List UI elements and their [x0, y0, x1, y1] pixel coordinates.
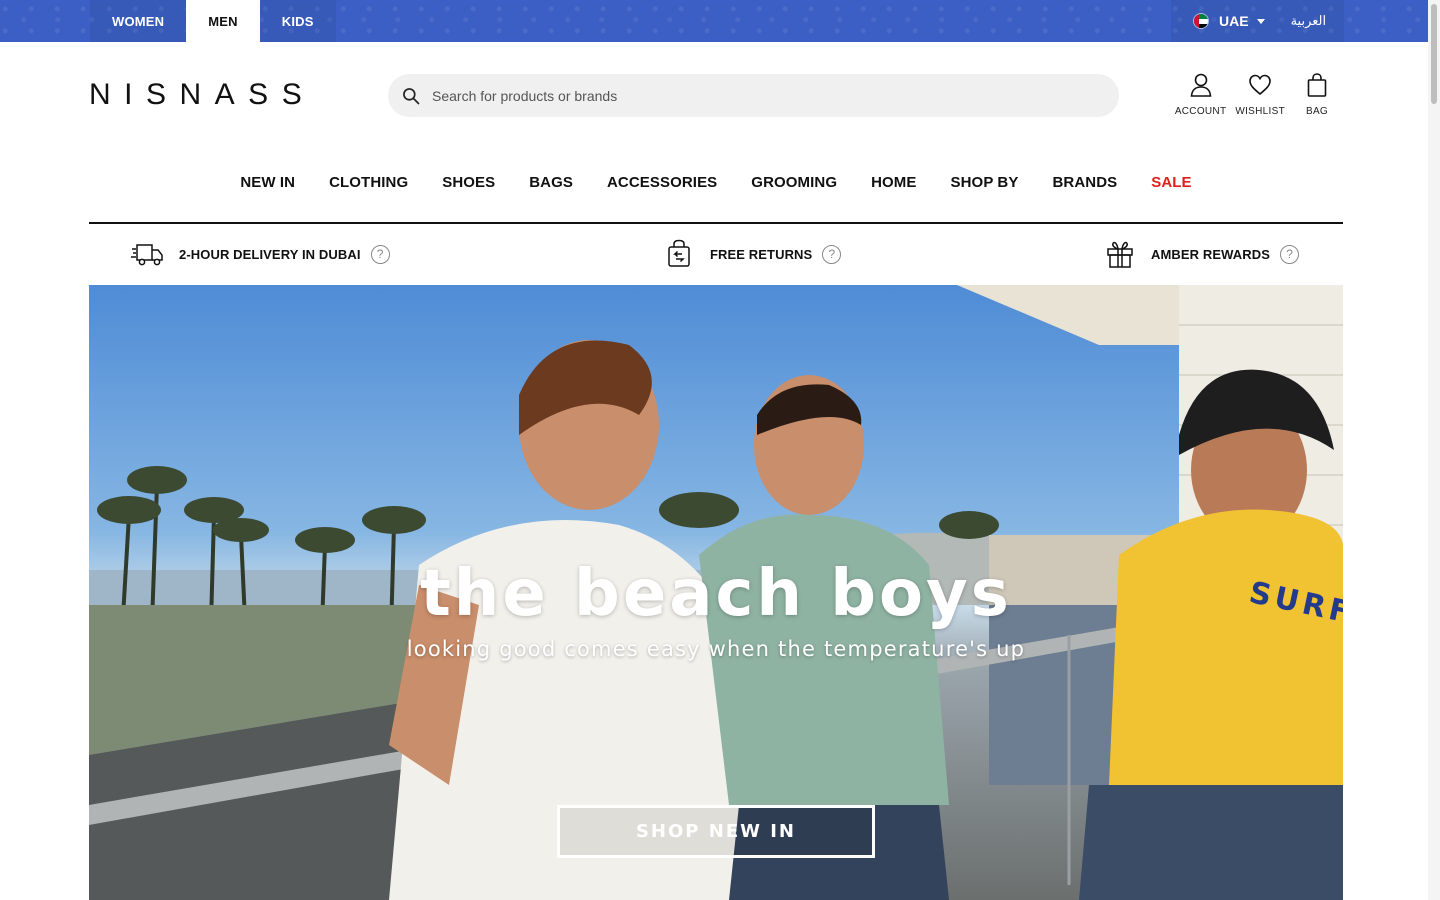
account-label: ACCOUNT [1174, 106, 1227, 117]
site-logo[interactable]: NISNASS [89, 78, 315, 112]
account-button[interactable]: ACCOUNT [1175, 72, 1227, 117]
shop-new-in-button[interactable]: SHOP NEW IN [557, 805, 875, 858]
gift-icon [1107, 241, 1133, 268]
benefit-rewards[interactable]: AMBER REWARDS ? [1103, 236, 1300, 272]
nav-shoes[interactable]: SHOES [442, 162, 495, 204]
heart-icon [1249, 74, 1271, 96]
bag-label: BAG [1305, 106, 1329, 117]
page-scrollbar[interactable] [1428, 0, 1440, 900]
search-input[interactable] [432, 87, 1032, 104]
user-icon [1190, 73, 1211, 97]
nav-new-in[interactable]: NEW IN [240, 162, 295, 204]
country-selector[interactable]: UAE [1219, 13, 1249, 29]
nav-shop-by[interactable]: SHOP BY [951, 162, 1019, 204]
benefit-delivery-label: 2-HOUR DELIVERY IN DUBAI [179, 246, 361, 262]
help-icon[interactable]: ? [822, 244, 842, 264]
hero-title: the beach boys [420, 557, 1012, 631]
gender-tabs: WOMEN MEN KIDS [90, 0, 336, 42]
help-icon[interactable]: ? [1280, 244, 1300, 264]
header-actions: ACCOUNT WISHLIST BAG [1175, 72, 1340, 117]
tab-kids[interactable]: KIDS [259, 0, 336, 42]
shopping-bag-icon [1307, 73, 1327, 97]
return-bag-icon [668, 239, 690, 267]
delivery-truck-icon [131, 244, 163, 266]
language-switch[interactable]: العربية [1291, 13, 1327, 29]
uae-flag-icon [1193, 13, 1209, 29]
nav-home[interactable]: HOME [871, 162, 916, 204]
nav-grooming[interactable]: GROOMING [751, 162, 837, 204]
nav-bags[interactable]: BAGS [529, 162, 573, 204]
chevron-down-icon[interactable] [1256, 18, 1265, 24]
search-icon[interactable] [401, 86, 421, 106]
nav-accessories[interactable]: ACCESSORIES [607, 162, 717, 204]
wishlist-label: WISHLIST [1235, 106, 1285, 117]
main-nav: NEW IN CLOTHING SHOES BAGS ACCESSORIES G… [89, 162, 1343, 224]
help-icon[interactable]: ? [370, 244, 390, 264]
nav-clothing[interactable]: CLOTHING [329, 162, 408, 204]
scrollbar-thumb[interactable] [1431, 4, 1437, 104]
tab-women[interactable]: WOMEN [90, 0, 187, 42]
benefits-strip: 2-HOUR DELIVERY IN DUBAI ? FREE RETURNS … [89, 224, 1343, 284]
bag-button[interactable]: BAG [1294, 72, 1340, 117]
hero-subtitle: looking good comes easy when the tempera… [406, 637, 1026, 661]
benefit-delivery[interactable]: 2-HOUR DELIVERY IN DUBAI ? [131, 236, 390, 272]
tab-men[interactable]: MEN [186, 0, 260, 42]
gender-bar: WOMEN MEN KIDS UAE العربية [0, 0, 1440, 42]
nav-brands[interactable]: BRANDS [1052, 162, 1117, 204]
wishlist-button[interactable]: WISHLIST [1235, 72, 1285, 117]
benefit-returns-label: FREE RETURNS [710, 246, 813, 262]
hero-banner[interactable]: the beach boys looking good comes easy w… [89, 285, 1343, 900]
region-selector: UAE العربية [1171, 0, 1344, 42]
benefit-rewards-label: AMBER REWARDS [1151, 246, 1271, 262]
benefit-returns[interactable]: FREE RETURNS ? [662, 236, 842, 272]
search-bar [388, 74, 1119, 117]
nav-sale[interactable]: SALE [1151, 162, 1191, 204]
